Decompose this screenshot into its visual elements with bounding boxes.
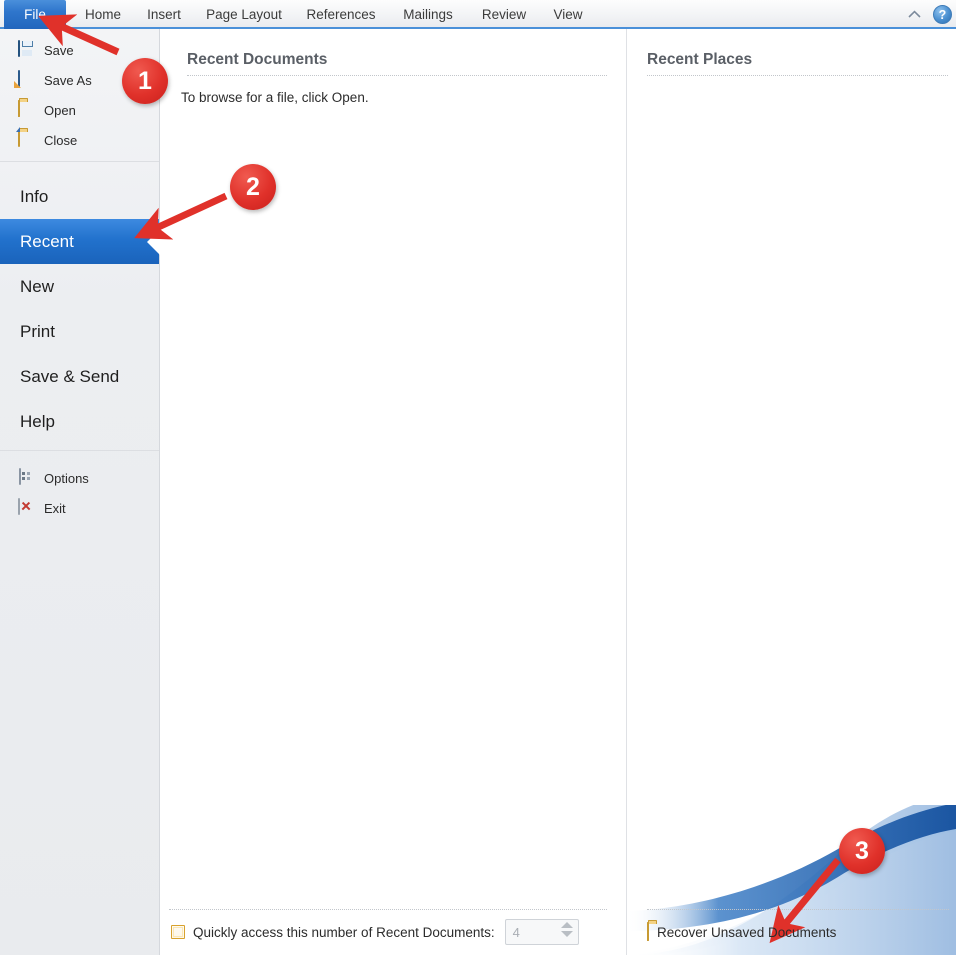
- tab-view[interactable]: View: [540, 0, 596, 29]
- backstage-sidebar: Save Save As Open Close Info Recent New …: [0, 29, 160, 955]
- tab-file[interactable]: File: [4, 0, 66, 29]
- spinner-down-icon[interactable]: [560, 931, 573, 937]
- sidebar-item-info[interactable]: Info: [0, 174, 159, 219]
- sidebar-item-print[interactable]: Print: [0, 309, 159, 354]
- recover-strip: Recover Unsaved Documents: [627, 909, 956, 955]
- recent-documents-title: Recent Documents: [187, 51, 328, 68]
- spinner-up-icon[interactable]: [560, 922, 573, 928]
- backstage-content: Recent Documents To browse for a file, c…: [161, 29, 956, 955]
- sidebar-label-save-as: Save As: [44, 72, 92, 88]
- stepper-buttons: [560, 922, 573, 937]
- tab-review[interactable]: Review: [468, 0, 540, 29]
- sidebar-item-help[interactable]: Help: [0, 399, 159, 444]
- recent-documents-count-stepper[interactable]: 4: [504, 919, 579, 945]
- sidebar-item-open[interactable]: Open: [0, 95, 159, 125]
- ribbon-tools: ?: [906, 0, 952, 29]
- sidebar-divider-1: [0, 161, 159, 162]
- sidebar-label-options: Options: [44, 470, 89, 486]
- sidebar-divider-2: [0, 450, 159, 451]
- quick-access-checkbox[interactable]: [171, 925, 185, 939]
- collapse-ribbon-icon[interactable]: [906, 6, 923, 23]
- recent-documents-empty-message: To browse for a file, click Open.: [181, 90, 369, 105]
- sidebar-sections: Info Recent New Print Save & Send Help: [0, 168, 159, 444]
- recent-documents-panel: Recent Documents To browse for a file, c…: [161, 29, 625, 955]
- sidebar-label-close: Close: [44, 132, 78, 148]
- quick-access-label: Quickly access this number of Recent Doc…: [193, 924, 495, 940]
- recent-places-rule: [647, 75, 948, 76]
- options-document-icon: [18, 468, 36, 487]
- sidebar-footer: Options Exit: [0, 457, 159, 523]
- sidebar-label-save: Save: [44, 42, 74, 58]
- sidebar-item-new[interactable]: New: [0, 264, 159, 309]
- tab-insert[interactable]: Insert: [136, 0, 192, 29]
- sidebar-item-options[interactable]: Options: [0, 463, 159, 493]
- tab-home[interactable]: Home: [74, 0, 132, 29]
- sidebar-item-save[interactable]: Save: [0, 35, 159, 65]
- word-backstage-window: File Home Insert Page Layout References …: [0, 0, 956, 955]
- sidebar-item-exit[interactable]: Exit: [0, 493, 159, 523]
- exit-red-x-icon: [18, 498, 36, 517]
- sidebar-commands: Save Save As Open Close: [0, 29, 159, 155]
- sidebar-label-exit: Exit: [44, 500, 66, 516]
- close-folder-icon: [18, 130, 36, 149]
- save-as-floppy-icon: [18, 70, 36, 89]
- sidebar-label-open: Open: [44, 102, 76, 118]
- sidebar-item-save-as[interactable]: Save As: [0, 65, 159, 95]
- save-floppy-icon: [18, 40, 36, 59]
- recover-unsaved-documents-label: Recover Unsaved Documents: [657, 924, 837, 940]
- help-question-icon[interactable]: ?: [933, 5, 952, 24]
- tab-references[interactable]: References: [296, 0, 386, 29]
- backstage-view: Save Save As Open Close Info Recent New …: [0, 29, 956, 955]
- tab-mailings[interactable]: Mailings: [388, 0, 468, 29]
- quick-access-strip: Quickly access this number of Recent Doc…: [161, 909, 625, 955]
- recent-places-panel: Recent Places Recover Unsaved Documents: [626, 29, 956, 955]
- open-folder-icon: [647, 922, 649, 941]
- recent-documents-count-value: 4: [512, 924, 520, 940]
- open-folder-icon: [18, 100, 36, 119]
- recover-unsaved-documents[interactable]: Recover Unsaved Documents: [627, 910, 956, 954]
- sidebar-item-close[interactable]: Close: [0, 125, 159, 155]
- sidebar-item-recent[interactable]: Recent: [0, 219, 159, 264]
- tab-page-layout[interactable]: Page Layout: [194, 0, 294, 29]
- sidebar-item-save-and-send[interactable]: Save & Send: [0, 354, 159, 399]
- recent-places-title: Recent Places: [647, 51, 753, 68]
- ribbon-tab-bar: File Home Insert Page Layout References …: [0, 0, 956, 29]
- quick-access-row: Quickly access this number of Recent Doc…: [161, 910, 625, 954]
